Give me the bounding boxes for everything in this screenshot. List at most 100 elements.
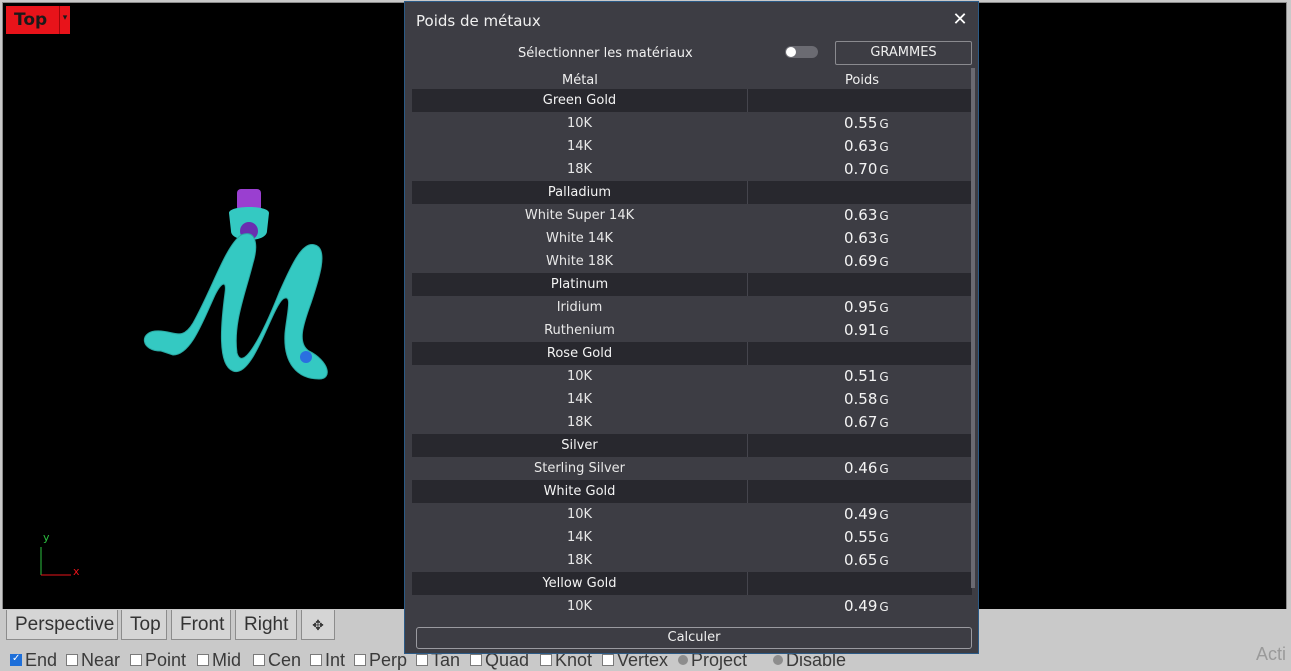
radio[interactable] bbox=[678, 655, 688, 665]
checkbox[interactable] bbox=[354, 654, 366, 666]
weight-cell: 0.58 G bbox=[747, 388, 972, 411]
weight-cell: 0.95 G bbox=[747, 296, 972, 319]
chevron-down-icon[interactable]: ▾ bbox=[59, 6, 70, 34]
weight-cell bbox=[748, 89, 972, 112]
tab-right[interactable]: Right bbox=[235, 610, 297, 640]
osnap-perp[interactable]: Perp bbox=[354, 650, 407, 670]
weight-value: 0.49 bbox=[844, 505, 878, 523]
checkbox[interactable] bbox=[253, 654, 265, 666]
metal-name: White Super 14K bbox=[524, 208, 635, 223]
osnap-int[interactable]: Int bbox=[310, 650, 345, 670]
weight-cell: 0.69 G bbox=[747, 250, 972, 273]
table-row: 14K 0.55 G bbox=[412, 526, 972, 549]
table-row: Iridium 0.95 G bbox=[412, 296, 972, 319]
activation-watermark: Acti bbox=[1256, 644, 1287, 664]
axis-x-label: x bbox=[73, 565, 80, 578]
weight-unit: G bbox=[879, 324, 889, 338]
weight-value: 0.63 bbox=[844, 229, 878, 247]
weight-unit: G bbox=[879, 393, 889, 407]
checkbox[interactable] bbox=[10, 653, 22, 666]
scrollbar[interactable] bbox=[971, 68, 975, 588]
group-name: White Gold bbox=[412, 480, 748, 503]
weight-value: 0.58 bbox=[844, 390, 878, 408]
tab-top[interactable]: Top bbox=[121, 610, 167, 640]
metal-name: 14K bbox=[566, 139, 593, 154]
osnap-cen[interactable]: Cen bbox=[253, 650, 301, 670]
checkbox[interactable] bbox=[470, 654, 482, 666]
metal-name: 18K bbox=[566, 415, 593, 430]
checkbox[interactable] bbox=[602, 654, 614, 666]
metal-name: White 18K bbox=[546, 254, 613, 269]
weight-cell: 0.70 G bbox=[747, 158, 972, 181]
osnap-end[interactable]: End bbox=[10, 650, 57, 670]
weight-cell: 0.49 G bbox=[747, 503, 972, 526]
weight-unit: G bbox=[879, 140, 889, 154]
add-tab-icon[interactable]: ✥ bbox=[301, 610, 335, 640]
metal-weight-dialog: Poids de métaux ✕ Sélectionner les matér… bbox=[404, 1, 979, 654]
weight-unit: G bbox=[879, 255, 889, 269]
column-header-metal: Métal bbox=[562, 73, 598, 88]
table-row: 18K 0.67 G bbox=[412, 411, 972, 434]
weight-unit: G bbox=[879, 232, 889, 246]
group-name: Silver bbox=[412, 434, 748, 457]
weight-cell bbox=[748, 480, 972, 503]
unit-button[interactable]: GRAMMES bbox=[835, 41, 972, 65]
dialog-title: Poids de métaux bbox=[416, 12, 541, 30]
metal-name: Sterling Silver bbox=[533, 461, 626, 476]
table-row: 10K 0.49 G bbox=[412, 595, 972, 618]
tab-perspective[interactable]: Perspective bbox=[6, 610, 118, 640]
checkbox[interactable] bbox=[130, 654, 142, 666]
weight-value: 0.91 bbox=[844, 321, 878, 339]
weight-cell: 0.65 G bbox=[747, 549, 972, 572]
group-name: Palladium bbox=[412, 181, 748, 204]
metal-name: 10K bbox=[566, 507, 593, 522]
weight-cell: 0.63 G bbox=[747, 227, 972, 250]
close-icon[interactable]: ✕ bbox=[948, 8, 972, 32]
table-row: 14K 0.63 G bbox=[412, 135, 972, 158]
weight-cell bbox=[748, 273, 972, 296]
tab-front[interactable]: Front bbox=[171, 610, 231, 640]
checkbox[interactable] bbox=[416, 654, 428, 666]
pendant-model[interactable] bbox=[133, 183, 343, 393]
world-axes: y x bbox=[33, 531, 93, 587]
group-name: Rose Gold bbox=[412, 342, 748, 365]
group-row: Yellow Gold bbox=[412, 572, 972, 595]
metal-name: 10K bbox=[566, 599, 593, 614]
weight-cell: 0.49 G bbox=[747, 595, 972, 618]
metal-name: 14K bbox=[566, 530, 593, 545]
group-name: Platinum bbox=[412, 273, 748, 296]
group-row: Rose Gold bbox=[412, 342, 972, 365]
metal-name: Ruthenium bbox=[544, 323, 615, 338]
osnap-point[interactable]: Point bbox=[130, 650, 186, 670]
letter-m-body bbox=[144, 233, 328, 380]
weight-unit: G bbox=[879, 462, 889, 476]
table-row: White 18K 0.69 G bbox=[412, 250, 972, 273]
metal-name: White 14K bbox=[546, 231, 613, 246]
viewport-label[interactable]: Top ▾ bbox=[6, 6, 70, 34]
axis-y-label: y bbox=[43, 531, 50, 544]
table-row: 14K 0.58 G bbox=[412, 388, 972, 411]
checkbox[interactable] bbox=[197, 654, 209, 666]
table-row: White 14K 0.63 G bbox=[412, 227, 972, 250]
metal-name: 18K bbox=[566, 162, 593, 177]
group-row: Platinum bbox=[412, 273, 972, 296]
checkbox[interactable] bbox=[540, 654, 552, 666]
weight-value: 0.51 bbox=[844, 367, 878, 385]
weight-cell: 0.91 G bbox=[747, 319, 972, 342]
osnap-near[interactable]: Near bbox=[66, 650, 120, 670]
weight-cell bbox=[748, 434, 972, 457]
column-header-weight: Poids bbox=[845, 73, 879, 88]
select-materials-toggle[interactable] bbox=[785, 46, 818, 58]
weight-unit: G bbox=[879, 531, 889, 545]
osnap-mid[interactable]: Mid bbox=[197, 650, 241, 670]
table-row: 18K 0.65 G bbox=[412, 549, 972, 572]
radio[interactable] bbox=[773, 655, 783, 665]
control-point bbox=[300, 351, 312, 363]
checkbox[interactable] bbox=[310, 654, 322, 666]
toggle-knob bbox=[786, 47, 796, 57]
weight-value: 0.63 bbox=[844, 206, 878, 224]
checkbox[interactable] bbox=[66, 654, 78, 666]
calculate-button[interactable]: Calculer bbox=[416, 627, 972, 649]
weight-value: 0.65 bbox=[844, 551, 878, 569]
group-row: Silver bbox=[412, 434, 972, 457]
